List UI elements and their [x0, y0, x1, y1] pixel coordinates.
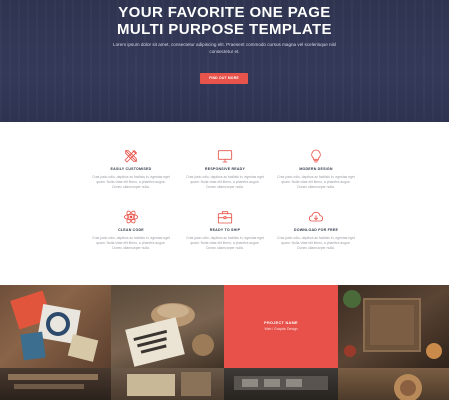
lightbulb-icon [311, 149, 321, 163]
feature-title: MODERN DESIGN [299, 167, 333, 171]
briefcase-icon [217, 211, 233, 224]
cloud-download-icon [308, 211, 324, 222]
portfolio-image-8 [394, 374, 422, 400]
portfolio-image-4 [343, 290, 442, 359]
feature-title: READY TO SHIP [209, 228, 241, 232]
feature-description: Cras justo odio, dapibus ac facilisis in… [277, 175, 355, 189]
hero-title-line1: YOUR FAVORITE ONE PAGE [118, 4, 331, 21]
portfolio-item-3-hover[interactable]: PROJECT NAME Web / Graphic Design [224, 285, 338, 368]
hero-section: YOUR FAVORITE ONE PAGE MULTI PURPOSE TEM… [0, 0, 449, 122]
portfolio-item-5[interactable] [0, 368, 111, 400]
feature-modern-design: MODERN DESIGN Cras justo odio, dapibus a… [276, 148, 356, 189]
portfolio-image-7 [234, 376, 328, 390]
portfolio-image-5 [8, 374, 98, 389]
project-name: PROJECT NAME [264, 321, 298, 325]
feature-description: Cras justo odio, dapibus ac facilisis in… [92, 236, 170, 250]
pencil-ruler-icon [124, 150, 137, 163]
feature-clean-code: CLEAN CODE Cras justo odio, dapibus ac f… [91, 209, 171, 250]
portfolio-image-1 [10, 290, 99, 362]
hero-subtitle: Lorem ipsum dolor sit amet, consectetur … [113, 42, 336, 54]
feature-responsive-ready: RESPONSIVE READY Cras justo odio, dapibu… [185, 148, 265, 189]
hero-title-line2: MULTI PURPOSE TEMPLATE [117, 21, 332, 38]
project-category: Web / Graphic Design [264, 327, 298, 331]
feature-title: CLEAN CODE [118, 228, 144, 232]
feature-easily-customised: EASILY CUSTOMISED Cras justo odio, dapib… [91, 148, 171, 189]
feature-description: Cras justo odio, dapibus ac facilisis in… [186, 175, 264, 189]
portfolio-item-1[interactable] [0, 285, 111, 368]
portfolio-item-4[interactable] [338, 285, 449, 368]
find-out-more-button[interactable]: FIND OUT MORE [200, 73, 248, 84]
feature-title: DOWNLOAD FOR FREE [293, 228, 339, 232]
features-section: EASILY CUSTOMISED Cras justo odio, dapib… [0, 122, 449, 285]
feature-description: Cras justo odio, dapibus ac facilisis in… [186, 236, 264, 250]
portfolio-image-6 [127, 372, 211, 396]
portfolio-item-2[interactable] [111, 285, 224, 368]
atom-icon [123, 210, 139, 224]
feature-ready-to-ship: READY TO SHIP Cras justo odio, dapibus a… [185, 209, 265, 250]
feature-description: Cras justo odio, dapibus ac facilisis in… [92, 175, 170, 189]
portfolio-item-7[interactable] [224, 368, 338, 400]
feature-title: RESPONSIVE READY [204, 167, 246, 171]
feature-description: Cras justo odio, dapibus ac facilisis in… [277, 236, 355, 250]
portfolio-item-8[interactable] [338, 368, 449, 400]
portfolio-item-6[interactable] [111, 368, 224, 400]
feature-download-for-free: DOWNLOAD FOR FREE Cras justo odio, dapib… [276, 209, 356, 250]
portfolio-image-2 [125, 303, 214, 367]
feature-title: EASILY CUSTOMISED [110, 167, 152, 171]
monitor-icon [217, 150, 233, 163]
portfolio-grid: PROJECT NAME Web / Graphic Design [0, 285, 449, 400]
